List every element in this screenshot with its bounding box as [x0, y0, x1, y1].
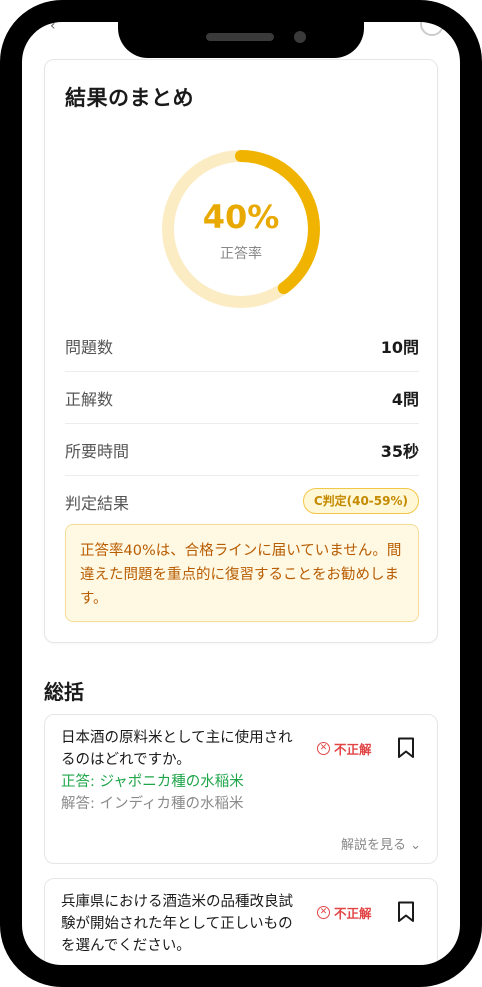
question-text: 日本酒の原料米として主に使用されるのはどれですか。 — [61, 730, 293, 768]
question-body: 兵庫県における酒造米の品種改良試験が開始された年として正しいものを選んでください… — [61, 891, 305, 957]
question-text: 兵庫県における酒造米の品種改良試験が開始された年として正しいものを選んでください… — [61, 894, 293, 954]
stat-value: 35秒 — [380, 442, 419, 461]
incorrect-status: ✕ 不正解 — [317, 903, 372, 922]
app-screen: 結果のまとめ 40% 正答率 問題数 10問 正解数 4問 所要時間 35秒 判… — [22, 22, 460, 965]
stat-row-questions: 問題数 10問 — [65, 320, 419, 372]
accuracy-label: 正答率 — [220, 246, 262, 262]
stat-value: 4問 — [391, 390, 419, 409]
bookmark-icon[interactable] — [397, 737, 415, 759]
accuracy-ring: 40% 正答率 — [160, 148, 322, 310]
summary-title: 結果のまとめ — [65, 86, 194, 110]
x-circle-icon: ✕ — [317, 742, 330, 755]
stat-label: 判定結果 — [65, 494, 130, 513]
stat-label: 正解数 — [65, 390, 114, 409]
profile-icon[interactable] — [420, 12, 444, 36]
review-section-title: 総括 — [44, 680, 84, 704]
incorrect-status: ✕ 不正解 — [317, 739, 372, 758]
question-card[interactable]: 日本酒の原料米として主に使用されるのはどれですか。 正答: ジャポニカ種の水稲米… — [44, 714, 438, 864]
status-label: 不正解 — [334, 742, 372, 757]
stat-row-correct: 正解数 4問 — [65, 372, 419, 424]
stat-value: 10問 — [380, 338, 419, 357]
explain-toggle[interactable]: 解説を見る ⌄ — [341, 834, 421, 853]
phone-notch — [118, 0, 364, 58]
results-summary-card: 結果のまとめ 40% 正答率 問題数 10問 正解数 4問 所要時間 35秒 判… — [44, 59, 438, 643]
grade-badge: C判定(40-59%) — [302, 488, 419, 514]
stat-row-time: 所要時間 35秒 — [65, 424, 419, 476]
stat-label: 所要時間 — [65, 442, 130, 461]
stat-label: 問題数 — [65, 338, 114, 357]
bookmark-icon[interactable] — [397, 901, 415, 923]
front-camera — [294, 31, 306, 43]
correct-answer: 正答: ジャポニカ種の水稲米 — [61, 774, 244, 790]
advice-box: 正答率40%は、合格ラインに届いていません。間違えた問題を重点的に復習することを… — [65, 524, 419, 622]
x-circle-icon: ✕ — [317, 906, 330, 919]
question-body: 日本酒の原料米として主に使用されるのはどれですか。 正答: ジャポニカ種の水稲米… — [61, 727, 305, 815]
stat-row-grade: 判定結果 C判定(40-59%) — [65, 476, 419, 528]
status-label: 不正解 — [334, 906, 372, 921]
user-answer: 解答: インディカ種の水稲米 — [61, 796, 244, 812]
back-arrow-icon[interactable]: ‹ — [50, 18, 56, 34]
question-card[interactable]: 兵庫県における酒造米の品種改良試験が開始された年として正しいものを選んでください… — [44, 878, 438, 965]
speaker-grille — [206, 33, 274, 41]
accuracy-percent: 40% — [202, 198, 280, 236]
